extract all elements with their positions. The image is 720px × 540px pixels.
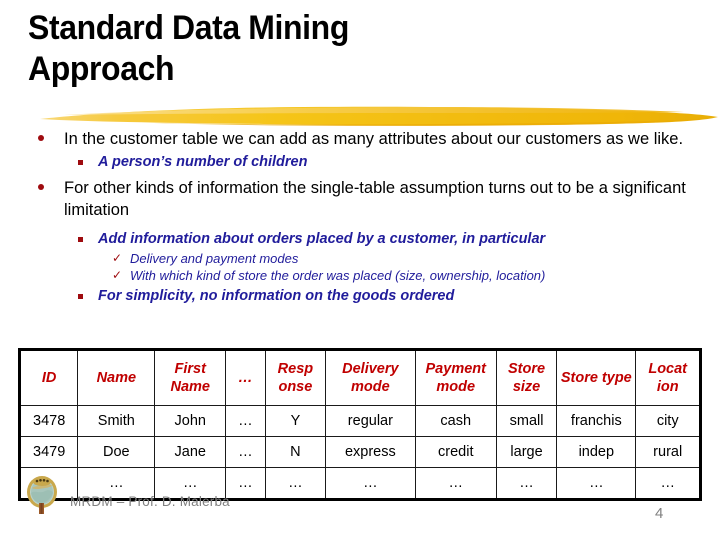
table-cell: John [154, 405, 227, 437]
square-bullet-icon [78, 160, 83, 165]
table-header-cell: … [225, 349, 266, 406]
table-cell: small [495, 405, 558, 437]
bullet-level1-item: For other kinds of information the singl… [26, 177, 694, 221]
table-header-cell: Payment mode [414, 349, 497, 406]
bullet-level2-item: Add information about orders placed by a… [26, 229, 694, 249]
table-cell: … [325, 467, 416, 500]
table-cell: 3478 [18, 405, 79, 437]
page-title: Standard Data Mining Approach [28, 9, 349, 88]
table-cell: … [495, 467, 558, 500]
round-bullet-icon [38, 135, 44, 141]
table-row: 3478 Smith John … Y regular cash small f… [18, 405, 701, 437]
table-header-cell: Delivery mode [325, 349, 416, 406]
bullet-list: In the customer table we can add as many… [26, 128, 694, 307]
table-header-row: ID Name First Name … Resp onse Delivery … [18, 349, 701, 406]
bullet-text: With which kind of store the order was p… [130, 268, 546, 283]
checkmark-icon: ✓ [112, 251, 123, 265]
table-header-cell: ID [18, 349, 79, 406]
table-header-cell: Store size [495, 349, 558, 406]
table-cell: … [556, 467, 637, 500]
square-bullet-icon [78, 237, 83, 242]
table-cell: credit [414, 436, 497, 468]
table-cell: Smith [77, 405, 156, 437]
table-cell: Y [264, 405, 327, 437]
table-header-cell: Locat ion [635, 349, 701, 406]
table-header-cell: Resp onse [264, 349, 327, 406]
table-header-cell: First Name [154, 349, 227, 406]
table-cell: … [225, 405, 266, 437]
bullet-text: In the customer table we can add as many… [64, 130, 684, 148]
footer-attribution: MRDM – Prof. D. Malerba [70, 494, 230, 509]
table-header-cell: Store type [556, 349, 637, 406]
table-cell: … [264, 467, 327, 500]
bullet-text: For other kinds of information the singl… [64, 179, 686, 219]
table-cell: indep [556, 436, 637, 468]
table-cell: cash [414, 405, 497, 437]
table-cell: … [635, 467, 701, 500]
round-bullet-icon [38, 184, 44, 190]
bullet-level3-item: ✓ Delivery and payment modes [26, 250, 694, 267]
table-cell: city [635, 405, 701, 437]
table-cell: large [495, 436, 558, 468]
table-cell: 3479 [18, 436, 79, 468]
square-bullet-icon [78, 294, 83, 299]
table-cell: rural [635, 436, 701, 468]
table-cell: N [264, 436, 327, 468]
table-header-cell: Name [77, 349, 156, 406]
table-cell: franchis [556, 405, 637, 437]
table-cell: … [225, 467, 266, 500]
table-row: 3479 Doe Jane … N express credit large i… [18, 436, 701, 468]
customer-data-table: ID Name First Name … Resp onse Delivery … [18, 348, 702, 501]
bullet-level3-item: ✓ With which kind of store the order was… [26, 267, 694, 284]
bullet-text: For simplicity, no information on the go… [98, 288, 455, 304]
bullet-level2-item: A person’s number of children [26, 152, 694, 172]
bullet-text: Add information about orders placed by a… [98, 231, 546, 247]
table-cell: … [414, 467, 497, 500]
table-cell: regular [325, 405, 416, 437]
table-cell: express [325, 436, 416, 468]
bullet-text: A person’s number of children [98, 154, 308, 170]
table-cell: Jane [154, 436, 227, 468]
page-number: 4 [655, 505, 664, 522]
bullet-text: Delivery and payment modes [130, 251, 299, 266]
customer-data-table-container: ID Name First Name … Resp onse Delivery … [18, 348, 702, 501]
table-cell: Doe [77, 436, 156, 468]
bullet-level1-item: In the customer table we can add as many… [26, 128, 694, 150]
university-seal-logo-icon [27, 476, 57, 514]
bullet-level2-item: For simplicity, no information on the go… [26, 286, 694, 306]
checkmark-icon: ✓ [112, 268, 123, 282]
title-brushstroke-decoration [40, 106, 718, 127]
table-cell: … [225, 436, 266, 468]
